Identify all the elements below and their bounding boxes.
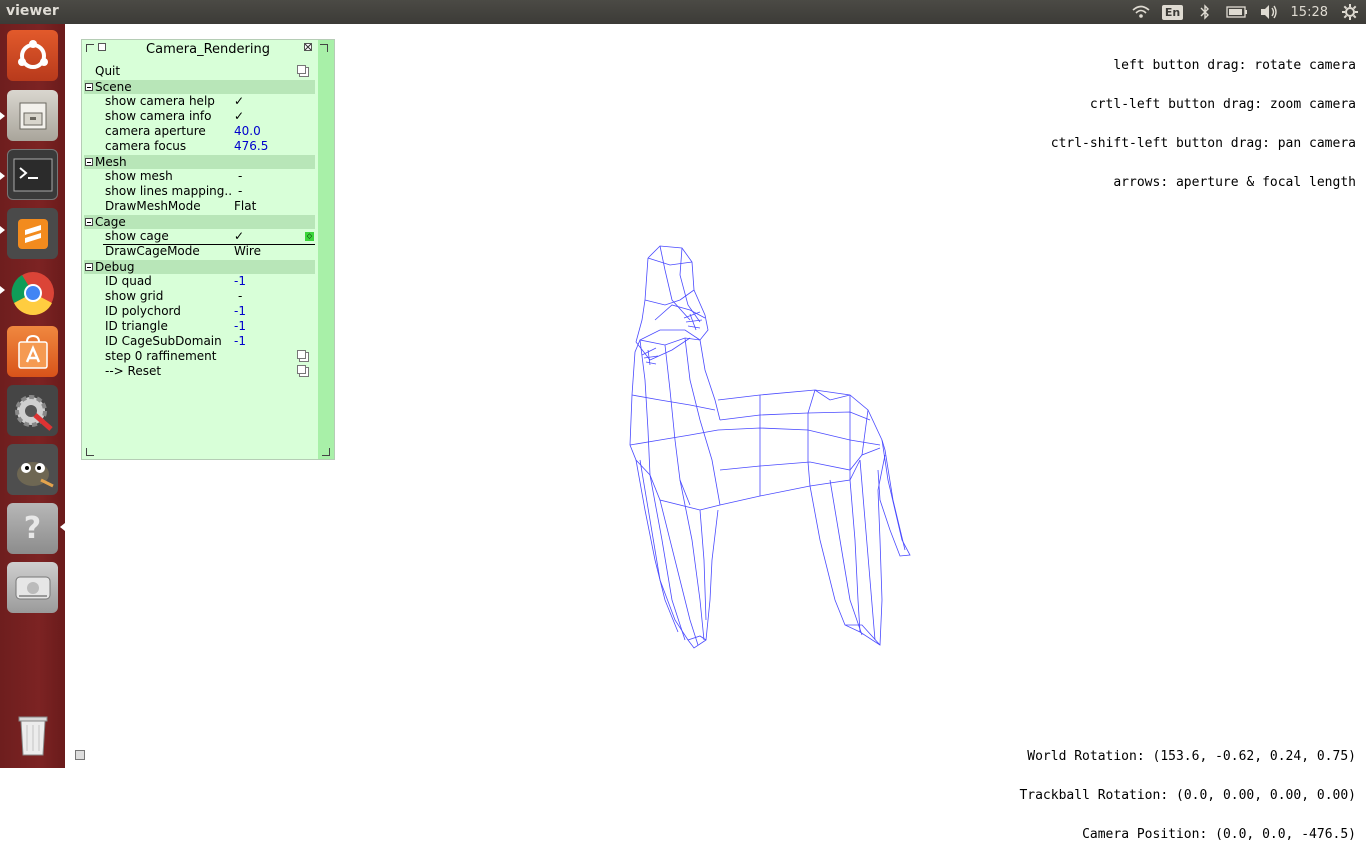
- help-line: ctrl-shift-left button drag: pan camera: [1050, 136, 1356, 151]
- toggle-show-mesh[interactable]: show mesh -: [82, 169, 316, 184]
- camera-focus-value[interactable]: 476.5: [234, 139, 268, 154]
- top-panel: viewer En 15:28: [0, 0, 1366, 24]
- camera-info-text: World Rotation: (153.6, -0.62, 0.24, 0.7…: [1019, 724, 1356, 854]
- clock[interactable]: 15:28: [1291, 5, 1328, 20]
- resize-corner-icon[interactable]: [322, 448, 330, 456]
- ubuntu-dash-button[interactable]: [7, 30, 58, 81]
- bluetooth-icon[interactable]: [1194, 3, 1216, 21]
- resize-corner-icon[interactable]: [86, 448, 94, 456]
- help-line: arrows: aperture & focal length: [1113, 175, 1356, 190]
- gimp-icon: [16, 461, 54, 487]
- button-icon: [297, 365, 309, 377]
- toggle-show-cage[interactable]: show cage ✓ ◇: [103, 229, 315, 245]
- quit-button[interactable]: Quit: [82, 64, 316, 79]
- keyboard-layout-indicator[interactable]: En: [1161, 3, 1184, 21]
- toggle-show-lines-mapping[interactable]: show lines mapping.. -: [82, 184, 316, 199]
- field-camera-focus[interactable]: camera focus 476.5: [82, 139, 316, 154]
- selected-marker-icon: ◇: [305, 232, 314, 241]
- field-camera-aperture[interactable]: camera aperture 40.0: [82, 124, 316, 139]
- group-scene[interactable]: Scene: [84, 80, 315, 94]
- system-tray: En 15:28: [1125, 0, 1366, 24]
- running-indicator: [0, 172, 5, 180]
- settings-wrench-icon: [14, 394, 53, 431]
- camera-position-readout: Camera Position: (0.0, 0.0, -476.5): [1082, 827, 1356, 842]
- gear-icon[interactable]: [1339, 3, 1361, 21]
- collapse-icon[interactable]: [85, 158, 93, 166]
- system-settings-button[interactable]: [7, 385, 58, 436]
- files-button[interactable]: [7, 90, 58, 141]
- group-debug[interactable]: Debug: [84, 260, 315, 274]
- panel-title: Camera_Rendering: [146, 42, 270, 57]
- terminal-button[interactable]: [7, 149, 58, 200]
- chrome-icon: [11, 271, 54, 315]
- active-indicator: [60, 523, 65, 531]
- toggle-show-grid[interactable]: show grid -: [82, 289, 316, 304]
- ubuntu-logo-icon: [17, 39, 48, 69]
- shopping-bag-icon: [17, 334, 48, 369]
- select-draw-cage-mode[interactable]: DrawCageMode Wire: [82, 244, 316, 259]
- battery-icon[interactable]: [1225, 3, 1248, 21]
- trackball-rotation-readout: Trackball Rotation: (0.0, 0.00, 0.00, 0.…: [1019, 788, 1356, 803]
- camera-help-text: left button drag: rotate camera crtl-lef…: [1051, 33, 1356, 202]
- software-center-button[interactable]: [7, 326, 58, 377]
- group-cage[interactable]: Cage: [84, 215, 315, 229]
- running-indicator: [0, 286, 5, 294]
- camera-rendering-panel: Camera_Rendering Quit Scene show camera …: [81, 39, 335, 460]
- toggle-show-camera-info[interactable]: show camera info ✓: [82, 109, 316, 124]
- sublime-text-icon: [17, 218, 48, 249]
- hard-disk-icon: [15, 576, 50, 599]
- panel-restore-icon[interactable]: [75, 750, 85, 760]
- panel-scroll-strip[interactable]: [318, 40, 334, 459]
- corner-icon: [320, 44, 328, 52]
- collapse-icon[interactable]: [85, 218, 93, 226]
- sublime-text-button[interactable]: [7, 208, 58, 259]
- reset-button[interactable]: --> Reset: [82, 364, 316, 379]
- collapse-icon[interactable]: [85, 263, 93, 271]
- help-line: left button drag: rotate camera: [1113, 58, 1356, 73]
- close-icon[interactable]: [304, 43, 312, 51]
- running-indicator: [0, 112, 5, 120]
- volume-icon[interactable]: [1258, 3, 1280, 21]
- step-raffinement-button[interactable]: step 0 raffinement: [82, 349, 316, 364]
- question-mark-icon: ?: [23, 511, 42, 546]
- checkmark-icon: ✓: [234, 229, 245, 243]
- panel-header[interactable]: Camera_Rendering: [82, 40, 334, 58]
- collapse-icon[interactable]: [85, 83, 93, 91]
- help-line: crtl-left button drag: zoom camera: [1089, 97, 1356, 112]
- window-title: viewer: [6, 3, 59, 19]
- field-id-polychord[interactable]: ID polychord -1: [82, 304, 316, 319]
- quit-button-icon: [297, 65, 309, 77]
- running-indicator: [0, 226, 5, 234]
- wireframe-animal-model[interactable]: [600, 230, 920, 660]
- trash-button[interactable]: [7, 708, 58, 759]
- field-id-quad[interactable]: ID quad -1: [82, 274, 316, 289]
- trash-icon: [18, 716, 47, 755]
- button-icon: [297, 350, 309, 362]
- terminal-icon: [13, 158, 52, 191]
- checkmark-icon: ✓: [234, 94, 245, 108]
- file-cabinet-icon: [19, 102, 46, 129]
- disk-button[interactable]: [7, 562, 58, 613]
- field-id-cage-subdomain[interactable]: ID CageSubDomain -1: [82, 334, 316, 349]
- world-rotation-readout: World Rotation: (153.6, -0.62, 0.24, 0.7…: [1027, 749, 1356, 764]
- toggle-show-camera-help[interactable]: show camera help ✓: [82, 94, 316, 109]
- launcher: ?: [0, 24, 65, 768]
- camera-aperture-value[interactable]: 40.0: [234, 124, 261, 139]
- group-mesh[interactable]: Mesh: [84, 155, 315, 169]
- gimp-button[interactable]: [7, 444, 58, 495]
- chrome-button[interactable]: [7, 267, 58, 318]
- wifi-icon[interactable]: [1130, 3, 1152, 21]
- help-button[interactable]: ?: [7, 503, 58, 554]
- field-id-triangle[interactable]: ID triangle -1: [82, 319, 316, 334]
- select-draw-mesh-mode[interactable]: DrawMeshMode Flat: [82, 199, 316, 214]
- checkmark-icon: ✓: [234, 109, 245, 123]
